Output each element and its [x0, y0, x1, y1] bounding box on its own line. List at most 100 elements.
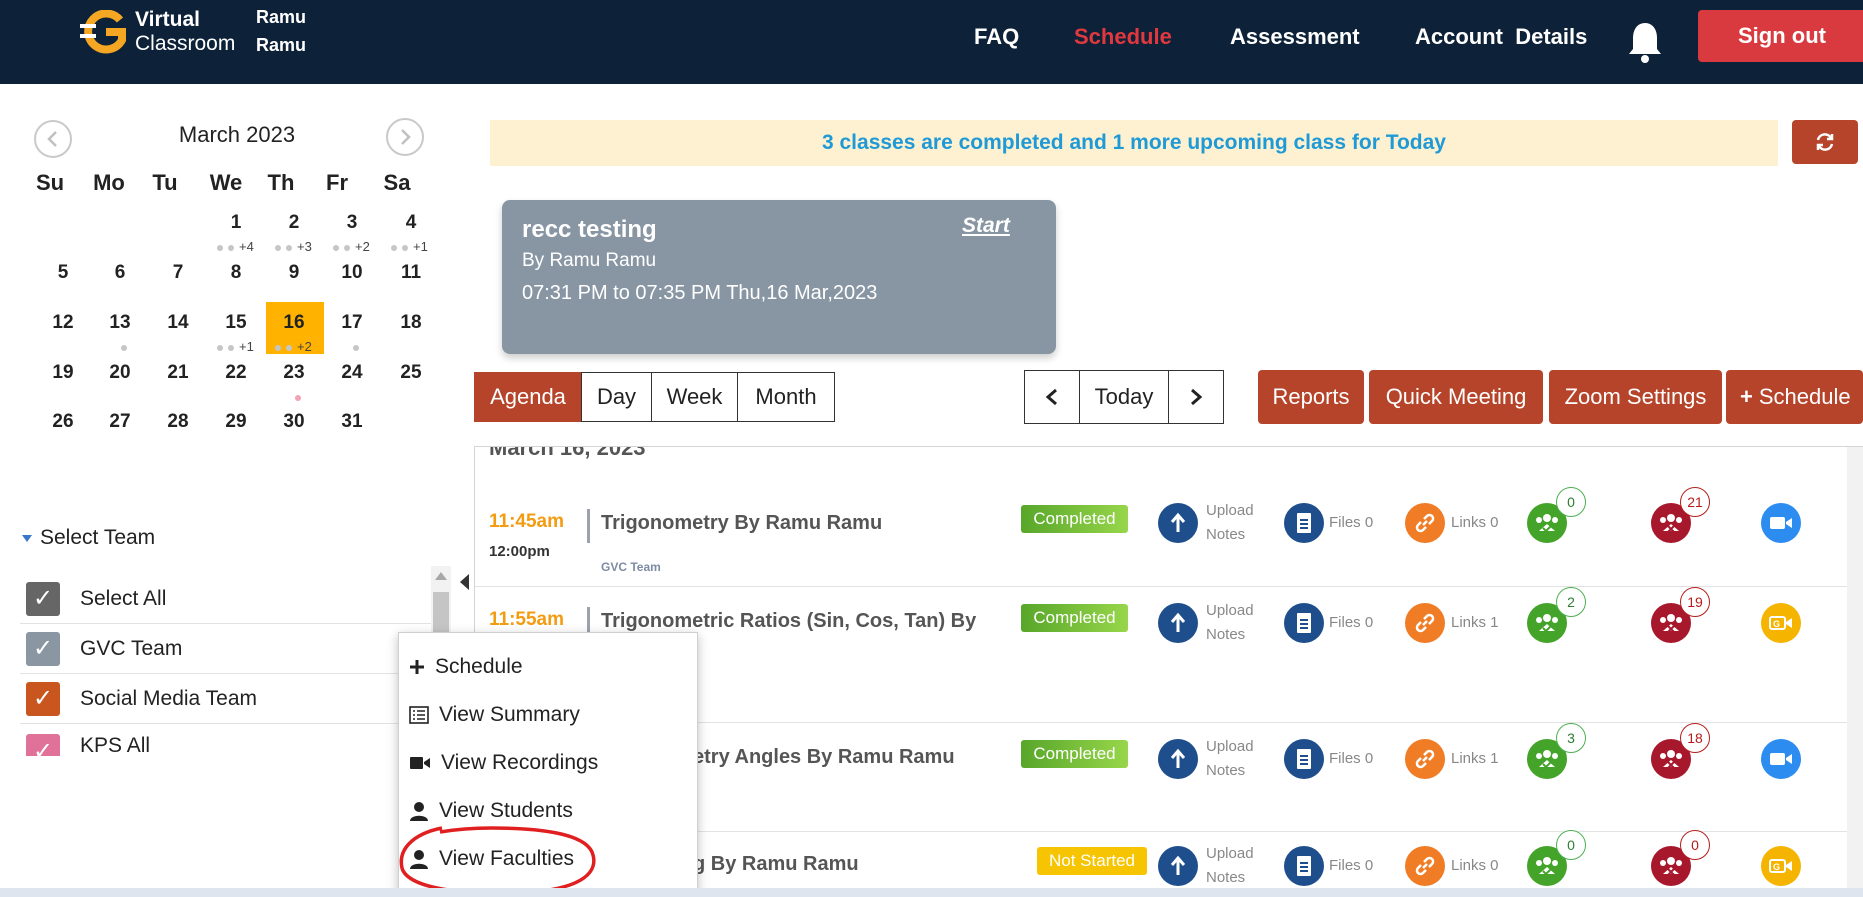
next-date-button[interactable]: [1168, 370, 1224, 424]
menu-item-view-recordings[interactable]: View Recordings: [409, 743, 598, 783]
scroll-up-arrow-icon[interactable]: [435, 572, 447, 580]
links-button[interactable]: [1405, 846, 1445, 886]
calendar-day[interactable]: 2: [265, 212, 323, 234]
prev-date-button[interactable]: [1024, 370, 1080, 424]
menu-item-schedule[interactable]: Schedule: [409, 647, 523, 687]
upload-notes-button[interactable]: [1158, 503, 1198, 543]
today-button[interactable]: Today: [1079, 370, 1169, 424]
checkbox-checked-icon[interactable]: ✓: [26, 581, 60, 616]
calendar-day[interactable]: 20: [91, 362, 149, 384]
collapse-sidebar-icon[interactable]: [460, 574, 469, 590]
calendar-day[interactable]: 22: [207, 362, 265, 384]
calendar-day[interactable]: 31: [323, 411, 381, 433]
calendar-day[interactable]: 11: [382, 262, 440, 284]
arrow-up-icon: [1170, 855, 1186, 875]
checkbox-checked-icon[interactable]: ✓: [26, 681, 60, 716]
calendar-day[interactable]: 30: [265, 411, 323, 433]
start-class-link[interactable]: Start: [962, 214, 1010, 238]
class-title[interactable]: g By Ramu Ramu: [693, 850, 859, 879]
nav-faq[interactable]: FAQ: [974, 24, 1019, 50]
calendar-day[interactable]: 4: [382, 212, 440, 234]
gvc-join-button[interactable]: G: [1761, 846, 1801, 886]
nav-assessment[interactable]: Assessment: [1230, 24, 1360, 50]
links-button[interactable]: [1405, 603, 1445, 643]
calendar-day[interactable]: 14: [149, 312, 207, 334]
classes-summary-banner: 3 classes are completed and 1 more upcom…: [490, 120, 1778, 166]
document-icon: [1297, 513, 1311, 533]
view-agenda-button[interactable]: Agenda: [474, 372, 582, 422]
calendar-day[interactable]: 18: [382, 312, 440, 334]
calendar-day[interactable]: 10: [323, 262, 381, 284]
calendar-day[interactable]: 24: [323, 362, 381, 384]
upcoming-class-title: recc testing: [522, 216, 657, 243]
calendar-next-button[interactable]: [386, 118, 424, 156]
event-dots: +1: [217, 339, 254, 354]
logo-g-icon[interactable]: [80, 10, 130, 54]
calendar-month-title: March 2023: [178, 122, 296, 147]
agenda-scrollbar[interactable]: [1847, 447, 1863, 897]
present-count-badge: 2: [1556, 587, 1586, 617]
calendar-day[interactable]: 6: [91, 262, 149, 284]
view-week-button[interactable]: Week: [651, 372, 738, 422]
files-button[interactable]: [1284, 846, 1324, 886]
calendar-day[interactable]: 25: [382, 362, 440, 384]
upload-notes-button[interactable]: [1158, 603, 1198, 643]
links-button[interactable]: [1405, 739, 1445, 779]
upload-notes-button[interactable]: [1158, 846, 1198, 886]
view-day-button[interactable]: Day: [581, 372, 652, 422]
team-item-social-media[interactable]: ✓ Social Media Team: [20, 674, 432, 724]
class-title[interactable]: etry Angles By Ramu Ramu: [693, 743, 955, 772]
menu-item-view-summary[interactable]: View Summary: [409, 695, 580, 735]
calendar-day[interactable]: 21: [149, 362, 207, 384]
links-button[interactable]: [1405, 503, 1445, 543]
agenda-date-heading: March 16, 2023: [489, 446, 646, 460]
calendar-day[interactable]: 12: [34, 312, 92, 334]
event-dots: +2: [275, 339, 312, 354]
upload-notes-button[interactable]: [1158, 739, 1198, 779]
calendar-day[interactable]: 3: [323, 212, 381, 234]
calendar-day[interactable]: 7: [149, 262, 207, 284]
class-title[interactable]: Trigonometry By Ramu Ramu: [601, 509, 882, 538]
select-team-toggle[interactable]: Select Team: [22, 526, 155, 550]
nav-schedule[interactable]: Schedule: [1074, 24, 1172, 50]
calendar-day[interactable]: 27: [91, 411, 149, 433]
team-item-select-all[interactable]: ✓ Select All: [20, 574, 432, 624]
gvc-join-button[interactable]: G: [1761, 603, 1801, 643]
reports-button[interactable]: Reports: [1258, 370, 1364, 424]
files-button[interactable]: [1284, 603, 1324, 643]
calendar-day[interactable]: 17: [323, 312, 381, 334]
calendar-day[interactable]: 28: [149, 411, 207, 433]
add-schedule-button[interactable]: + Schedule: [1726, 370, 1863, 424]
nav-account-details[interactable]: Account Details: [1415, 24, 1587, 50]
files-button[interactable]: [1284, 503, 1324, 543]
checkbox-checked-icon[interactable]: ✓: [26, 734, 60, 756]
calendar-day[interactable]: 15: [207, 312, 265, 334]
team-item-kps-all[interactable]: ✓ KPS All: [20, 724, 432, 756]
calendar-day[interactable]: 13: [91, 312, 149, 334]
agenda-row[interactable]: 11:45am 12:00pm Trigonometry By Ramu Ram…: [475, 487, 1847, 587]
calendar-day[interactable]: 9: [265, 262, 323, 284]
calendar-day-today[interactable]: 16: [265, 312, 323, 334]
refresh-button[interactable]: [1792, 120, 1858, 164]
calendar-day[interactable]: 19: [34, 362, 92, 384]
calendar-day[interactable]: 29: [207, 411, 265, 433]
zoom-join-button[interactable]: [1761, 503, 1801, 543]
bell-icon[interactable]: [1626, 20, 1664, 64]
view-month-button[interactable]: Month: [737, 372, 835, 422]
zoom-join-button[interactable]: [1761, 739, 1801, 779]
calendar-day[interactable]: 5: [34, 262, 92, 284]
checkbox-checked-icon[interactable]: ✓: [26, 631, 60, 666]
sign-out-button[interactable]: Sign out: [1698, 10, 1863, 62]
calendar-day[interactable]: 26: [34, 411, 92, 433]
files-button[interactable]: [1284, 739, 1324, 779]
calendar-day[interactable]: 1: [207, 212, 265, 234]
team-label: Select All: [80, 586, 167, 610]
calendar-prev-button[interactable]: [34, 120, 72, 158]
calendar-day[interactable]: 8: [207, 262, 265, 284]
quick-meeting-button[interactable]: Quick Meeting: [1369, 370, 1543, 424]
team-item-gvc[interactable]: ✓ GVC Team: [20, 624, 432, 674]
top-header: Virtual Classroom Ramu Ramu FAQ Schedule…: [0, 0, 1863, 84]
team-label: GVC Team: [80, 636, 183, 660]
zoom-settings-button[interactable]: Zoom Settings: [1549, 370, 1722, 424]
calendar-day[interactable]: 23: [265, 362, 323, 384]
